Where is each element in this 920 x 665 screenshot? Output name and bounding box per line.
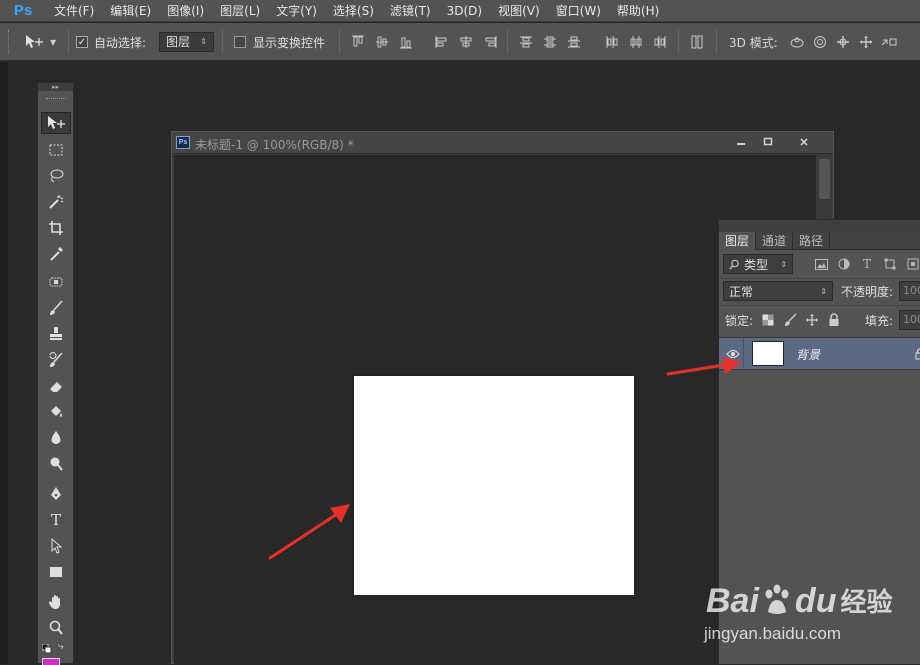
baidu-paw-icon [765,584,789,614]
baidu-logo: Bai du 经验 [706,584,892,618]
annotation-arrows [268,357,742,560]
baidu-logo-text-tail: du [794,582,837,620]
arrow-to-canvas [268,504,350,560]
baidu-logo-text: Bai [706,582,759,620]
arrow-to-layer [666,357,742,376]
baidu-url: jingyan.baidu.com [704,624,842,643]
baidu-watermark: Bai du 经验 jingyan.baidu.com [700,566,920,664]
baidu-jingyan-text: 经验 [840,588,893,618]
